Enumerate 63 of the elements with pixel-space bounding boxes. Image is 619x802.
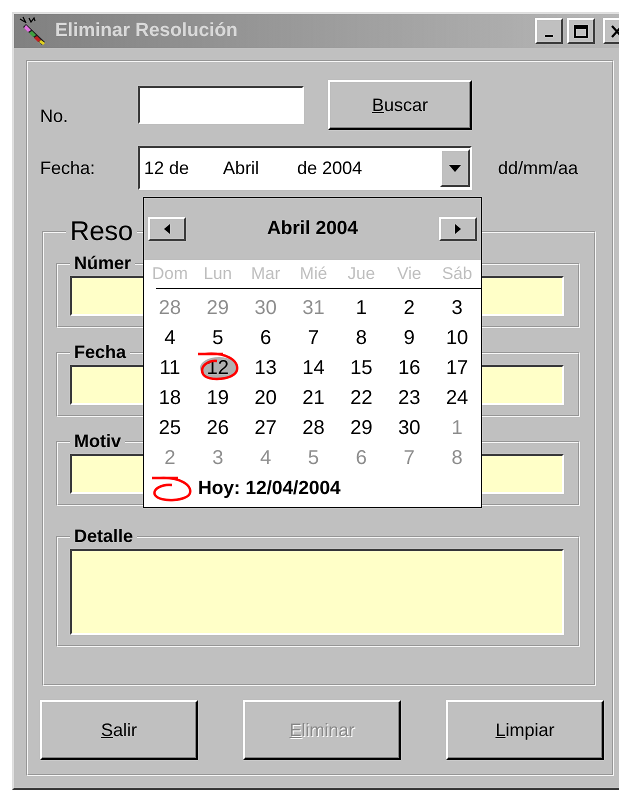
calendar-day[interactable]: 20 — [242, 383, 290, 413]
detail-textarea[interactable] — [70, 549, 564, 635]
calendar-day[interactable]: 22 — [337, 383, 386, 413]
calendar-day[interactable]: 28 — [290, 413, 338, 443]
date-label: Fecha: — [40, 158, 96, 178]
calendar-day[interactable]: 6 — [242, 323, 290, 353]
calendar-day[interactable]: 17 — [433, 353, 481, 383]
calendar-day[interactable]: 9 — [385, 323, 434, 353]
right-arrow-icon — [454, 224, 461, 234]
group-title: Reso — [69, 216, 134, 247]
calendar-day[interactable]: 1 — [337, 293, 386, 323]
calendar-day[interactable]: 14 — [290, 353, 338, 383]
window-title: Eliminar Resolución — [55, 20, 239, 42]
weekday-header: Lun — [202, 263, 233, 285]
calendar-day[interactable]: 4 — [146, 323, 194, 353]
weekday-header: Sáb — [440, 263, 474, 285]
previous-month-button[interactable] — [148, 217, 186, 241]
calendar-day[interactable]: 2 — [385, 293, 434, 323]
weekday-header: Mié — [298, 263, 328, 285]
calendar-day[interactable]: 5 — [194, 323, 242, 353]
search-button[interactable]: Buscar — [328, 80, 472, 130]
caret-icon — [449, 164, 461, 172]
calendar-day[interactable]: 18 — [146, 383, 194, 413]
calendar-day[interactable]: 7 — [290, 323, 338, 353]
calendar-day[interactable]: 8 — [337, 323, 386, 353]
dropdown-button[interactable] — [440, 149, 470, 187]
action-button[interactable]: Salir — [40, 700, 198, 760]
minimize-button[interactable] — [535, 18, 563, 44]
calendar-day[interactable]: 21 — [290, 383, 338, 413]
maximize-icon — [574, 24, 588, 38]
field-label: Motiv — [73, 431, 122, 452]
weekday-header: Dom — [150, 263, 189, 285]
weekday-header: Jue — [346, 263, 376, 285]
month-title: Abril 2004 — [267, 218, 358, 240]
left-arrow-icon — [164, 224, 170, 234]
calendar-day[interactable]: 15 — [337, 353, 386, 383]
today-link[interactable]: Hoy: 12/04/2004 — [198, 478, 341, 500]
calendar-day[interactable]: 27 — [242, 413, 290, 443]
field-label: Detalle — [73, 526, 134, 547]
calendar-day[interactable]: 16 — [385, 353, 434, 383]
maximize-button[interactable] — [567, 18, 595, 44]
calendar-day[interactable]: 29 — [337, 413, 386, 443]
calendar-day[interactable]: 3 — [433, 293, 481, 323]
weekday-header: Vie — [396, 263, 422, 285]
number-input[interactable] — [138, 86, 304, 124]
field-label: Fecha — [73, 342, 128, 363]
calendar-day[interactable]: 24 — [433, 383, 481, 413]
calendar-day[interactable]: 11 — [146, 353, 194, 383]
calendar-day[interactable]: 26 — [194, 413, 242, 443]
number-label: No. — [40, 104, 70, 126]
minimize-icon — [545, 35, 553, 37]
calendar-day[interactable]: 13 — [242, 353, 290, 383]
calendar-day[interactable]: 19 — [194, 383, 242, 413]
calendar-day[interactable]: 30 — [385, 413, 434, 443]
calendar-day[interactable]: 25 — [146, 413, 194, 443]
date-format-hint: dd/mm/aa — [498, 158, 578, 178]
calendar-day[interactable]: 10 — [433, 323, 481, 353]
weekday-header: Mar — [250, 263, 282, 285]
next-month-button[interactable] — [438, 217, 477, 241]
field-label: Númer — [73, 253, 132, 274]
calendar-day[interactable]: 23 — [385, 383, 434, 413]
action-button[interactable]: Limpiar — [446, 700, 604, 760]
date-picker-field[interactable]: 12 de Abril de 2004 — [138, 146, 472, 190]
